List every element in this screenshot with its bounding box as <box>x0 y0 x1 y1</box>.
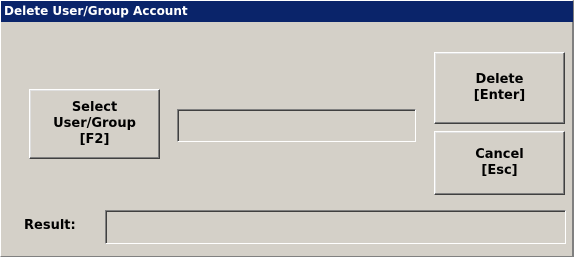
select-user-group-button[interactable]: Select User/Group [F2] <box>29 89 160 159</box>
delete-button-line2: [Enter] <box>473 88 526 103</box>
delete-button[interactable]: Delete [Enter] <box>434 52 565 124</box>
select-button-line3: [F2] <box>79 132 110 147</box>
cancel-button-line1: Cancel <box>475 147 524 162</box>
delete-button-line1: Delete <box>475 72 524 87</box>
result-field <box>105 210 566 244</box>
delete-account-dialog: Delete User/Group Account Select User/Gr… <box>0 0 574 257</box>
cancel-button-line2: [Esc] <box>481 163 518 178</box>
selected-user-group-field[interactable] <box>177 109 416 142</box>
dialog-title: Delete User/Group Account <box>1 1 573 22</box>
cancel-button[interactable]: Cancel [Esc] <box>434 131 565 195</box>
result-label: Result: <box>24 218 76 233</box>
select-button-line1: Select <box>71 100 118 115</box>
select-button-line2: User/Group <box>53 116 136 131</box>
